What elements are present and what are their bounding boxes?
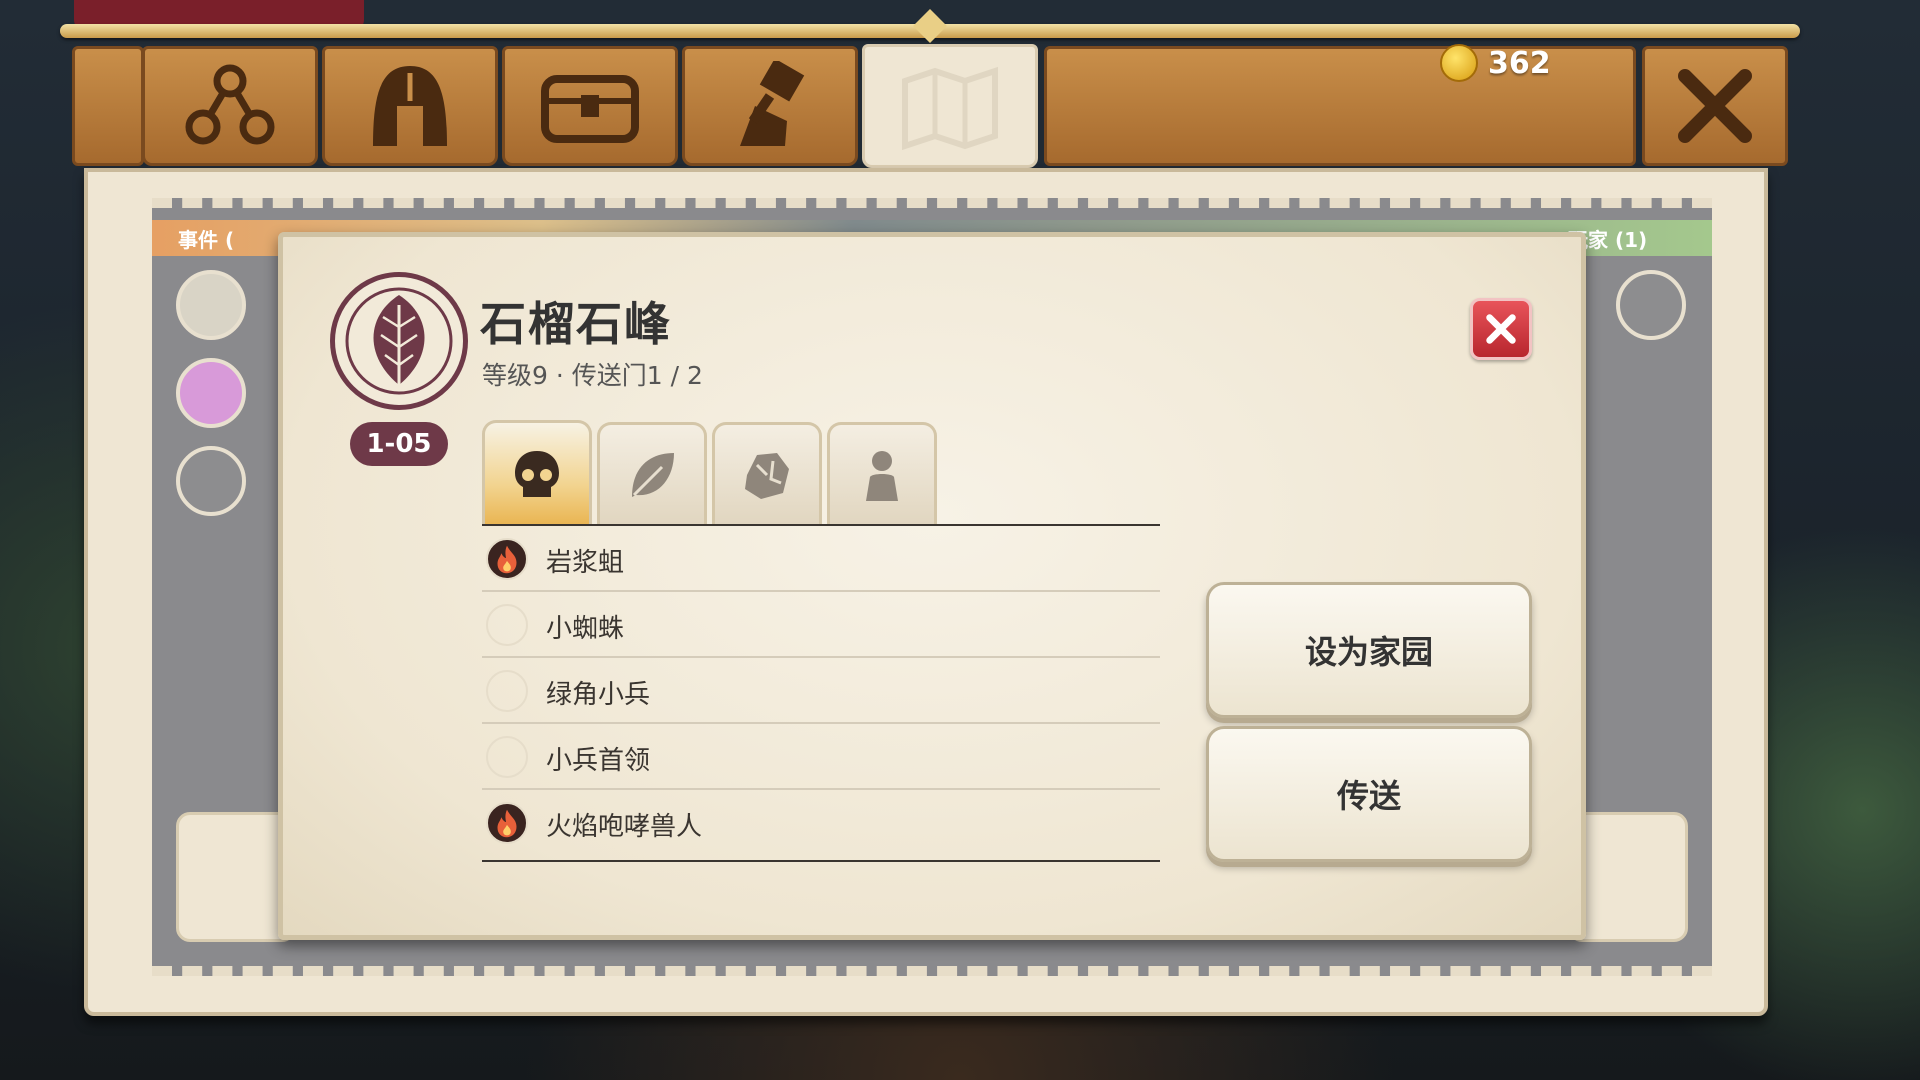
- tab-bar-cap: [72, 46, 144, 166]
- set-home-button[interactable]: 设为家园: [1206, 582, 1532, 718]
- bow-icon[interactable]: [1616, 270, 1686, 340]
- monster-name: 火焰咆哮兽人: [546, 812, 703, 842]
- helmet-icon: [373, 66, 447, 146]
- person-icon: [866, 450, 898, 501]
- close-menu-button[interactable]: [1642, 46, 1788, 166]
- filter-tab-monsters[interactable]: [482, 420, 592, 526]
- ore-icon: [745, 452, 789, 499]
- dialog-close-button[interactable]: [1470, 298, 1532, 360]
- fire-icon: [486, 802, 528, 844]
- level-range-badge: 1-05: [350, 422, 448, 466]
- filter-tab-npcs[interactable]: [827, 422, 937, 524]
- moon-icon[interactable]: [176, 270, 246, 340]
- leaf-emblem-icon: [330, 272, 468, 410]
- coin-count: 362: [1488, 46, 1551, 81]
- gold-coin-icon: [1440, 44, 1478, 82]
- empty-circle-icon: [486, 736, 528, 778]
- tab-inventory[interactable]: [502, 46, 678, 166]
- list-item[interactable]: 岩浆蛆: [482, 526, 1160, 592]
- hammer-icon: [740, 61, 805, 146]
- tab-equipment[interactable]: [322, 46, 498, 166]
- events-section-label[interactable]: 事件 (: [178, 224, 234, 253]
- tab-crafting[interactable]: [682, 46, 858, 166]
- monster-name: 小蜘蛛: [546, 614, 625, 644]
- chest-icon: [541, 75, 639, 143]
- flag-icon[interactable]: [176, 446, 246, 516]
- close-icon: [1486, 314, 1516, 344]
- empty-circle-icon: [486, 604, 528, 646]
- tab-map[interactable]: [862, 44, 1038, 168]
- monster-name: 小兵首领: [546, 746, 651, 776]
- pouch-icon[interactable]: [176, 358, 246, 428]
- list-item[interactable]: 小蜘蛛: [482, 592, 1160, 658]
- skill-tree-icon: [185, 64, 275, 145]
- leaf-icon: [632, 452, 674, 497]
- list-item[interactable]: 小兵首领: [482, 724, 1160, 790]
- skull-icon: [515, 450, 559, 497]
- list-divider: [482, 860, 1160, 862]
- filter-tab-ores[interactable]: [712, 422, 822, 524]
- fire-icon: [486, 538, 528, 580]
- monster-name: 绿角小兵: [546, 680, 651, 710]
- list-item[interactable]: 绿角小兵: [482, 658, 1160, 724]
- location-title: 石榴石峰: [480, 297, 672, 351]
- filter-tab-plants[interactable]: [597, 422, 707, 524]
- map-icon: [902, 66, 998, 151]
- castle-button[interactable]: [1568, 812, 1688, 942]
- list-item[interactable]: 火焰咆哮兽人: [482, 790, 1160, 856]
- tab-skills[interactable]: [142, 46, 318, 166]
- empty-circle-icon: [486, 670, 528, 712]
- teleport-button[interactable]: 传送: [1206, 726, 1532, 862]
- location-subtitle: 等级9 · 传送门1 / 2: [482, 361, 703, 390]
- monster-name: 岩浆蛆: [546, 548, 625, 578]
- close-icon: [1678, 69, 1752, 143]
